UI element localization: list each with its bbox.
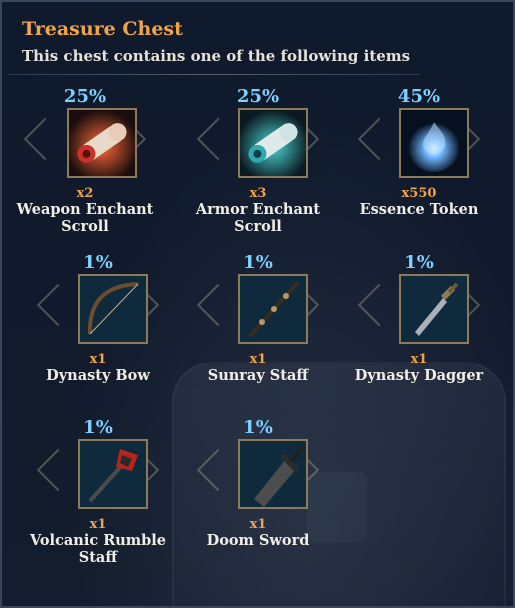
reward-item-dynasty-bow[interactable]: 1% x1 Dynasty Bow bbox=[18, 252, 178, 384]
drop-chance: 1% bbox=[243, 417, 273, 438]
item-name: Armor Enchant Scroll bbox=[195, 201, 321, 235]
item-quantity: x1 bbox=[410, 352, 428, 367]
item-name: Dynasty Dagger bbox=[354, 367, 484, 384]
drop-chance: 1% bbox=[404, 252, 434, 273]
panel-title: Treasure Chest bbox=[22, 18, 183, 40]
drop-chance: 25% bbox=[236, 86, 280, 107]
bow-icon bbox=[78, 274, 148, 344]
blue-essence-icon bbox=[399, 108, 469, 178]
red-scroll-icon bbox=[67, 108, 137, 178]
reward-item-sunray-staff[interactable]: 1% x1 Sunray Staff bbox=[178, 252, 338, 384]
item-name: Dynasty Bow bbox=[46, 367, 150, 384]
sword-icon bbox=[238, 439, 308, 509]
item-quantity: x550 bbox=[401, 186, 437, 201]
volcanic-staff-icon bbox=[78, 439, 148, 509]
dagger-icon bbox=[399, 274, 469, 344]
item-name: Weapon Enchant Scroll bbox=[16, 201, 154, 235]
staff-icon bbox=[238, 274, 308, 344]
item-name: Doom Sword bbox=[206, 532, 310, 549]
teal-scroll-icon bbox=[238, 108, 308, 178]
chevron-left-ornament bbox=[196, 117, 240, 161]
item-quantity: x3 bbox=[249, 186, 267, 201]
item-quantity: x2 bbox=[76, 186, 94, 201]
reward-item-dynasty-dagger[interactable]: 1% x1 Dynasty Dagger bbox=[339, 252, 499, 384]
reward-item-doom-sword[interactable]: 1% x1 Doom Sword bbox=[178, 417, 338, 549]
item-name: Volcanic Rumble Staff bbox=[29, 532, 167, 566]
item-name: Sunray Staff bbox=[207, 367, 309, 384]
reward-item-volcanic-rumble-staff[interactable]: 1% x1 Volcanic Rumble Staff bbox=[18, 417, 178, 566]
item-quantity: x1 bbox=[89, 352, 107, 367]
reward-item-essence-token[interactable]: 45% x550 Essence Token bbox=[339, 86, 499, 218]
reward-item-armor-enchant-scroll[interactable]: 25% x3 Armor Enchant Scroll bbox=[178, 86, 338, 235]
drop-chance: 45% bbox=[397, 86, 441, 107]
chevron-left-ornament bbox=[23, 117, 67, 161]
item-quantity: x1 bbox=[249, 517, 267, 532]
chevron-left-ornament bbox=[357, 117, 401, 161]
item-quantity: x1 bbox=[249, 352, 267, 367]
drop-chance: 1% bbox=[83, 417, 113, 438]
drop-chance: 25% bbox=[63, 86, 107, 107]
chevron-left-ornament bbox=[357, 283, 401, 327]
header-divider bbox=[8, 74, 420, 75]
chevron-left-ornament bbox=[36, 448, 80, 492]
reward-item-weapon-enchant-scroll[interactable]: 25% x2 Weapon Enchant Scroll bbox=[5, 86, 165, 235]
chevron-left-ornament bbox=[196, 283, 240, 327]
drop-chance: 1% bbox=[243, 252, 273, 273]
drop-chance: 1% bbox=[83, 252, 113, 273]
panel-subtitle: This chest contains one of the following… bbox=[22, 47, 411, 65]
chevron-left-ornament bbox=[36, 283, 80, 327]
item-quantity: x1 bbox=[89, 517, 107, 532]
treasure-chest-panel: Treasure Chest This chest contains one o… bbox=[0, 0, 515, 608]
chevron-left-ornament bbox=[196, 448, 240, 492]
item-name: Essence Token bbox=[359, 201, 479, 218]
